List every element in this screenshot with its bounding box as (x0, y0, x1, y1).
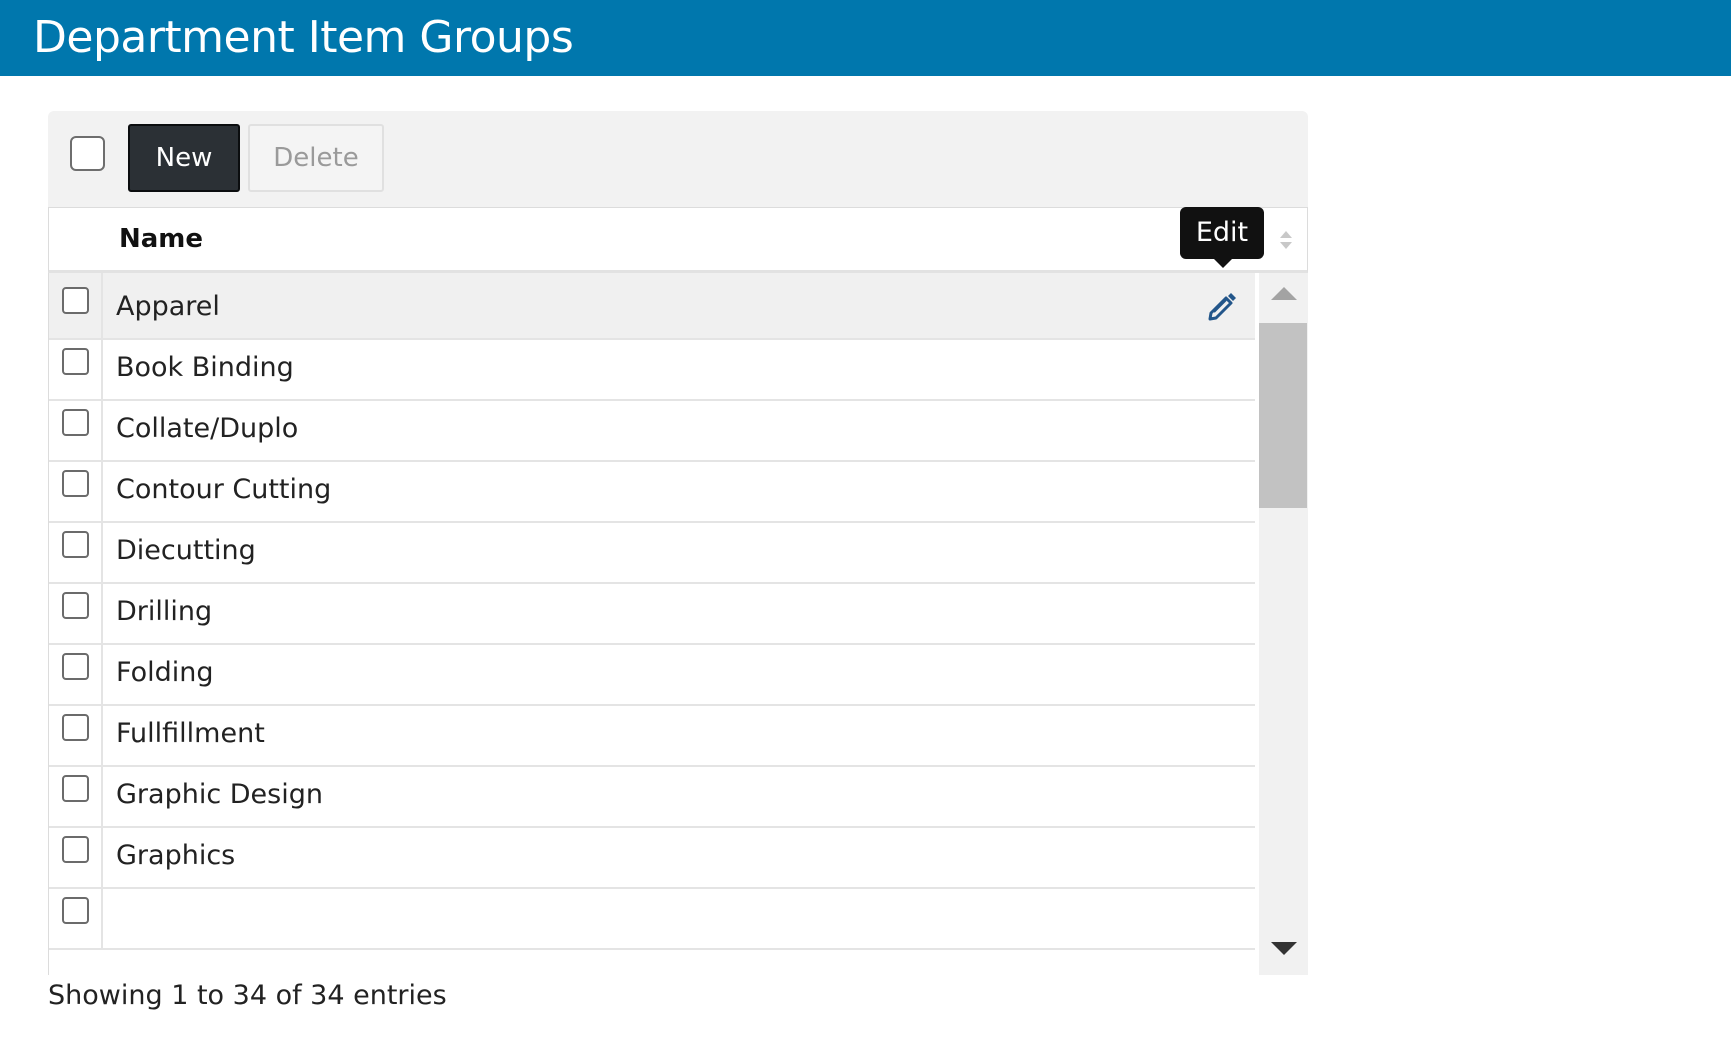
row-select-cell (49, 334, 103, 399)
row-name: Graphic Design (116, 779, 323, 810)
row-select-cell (49, 395, 103, 460)
column-header-name[interactable]: Name (119, 221, 203, 257)
row-checkbox[interactable] (62, 409, 89, 436)
row-select-cell (49, 639, 103, 704)
page-title: Department Item Groups (33, 12, 574, 63)
table-body: Apparel Book Binding Collate/Duplo Contour … (48, 273, 1308, 975)
row-name: Folding (116, 657, 214, 688)
row-select-cell (49, 456, 103, 521)
row-name: Apparel (116, 291, 220, 322)
row-name: Diecutting (116, 535, 256, 566)
row-select-cell (49, 517, 103, 582)
scroll-up-arrow-icon[interactable] (1271, 287, 1297, 300)
row-name: Drilling (116, 596, 213, 627)
pencil-icon[interactable] (1206, 291, 1238, 323)
table-row[interactable] (49, 883, 1255, 950)
table-row[interactable]: Graphic Design (49, 761, 1255, 828)
row-checkbox[interactable] (62, 897, 89, 924)
row-name: Graphics (116, 840, 236, 871)
row-checkbox[interactable] (62, 470, 89, 497)
row-checkbox[interactable] (62, 531, 89, 558)
row-select-cell (49, 578, 103, 643)
table-header: Name (48, 207, 1308, 273)
row-checkbox[interactable] (62, 775, 89, 802)
new-button[interactable]: New (128, 124, 240, 192)
table-row[interactable]: Folding (49, 639, 1255, 706)
table-row[interactable]: Drilling (49, 578, 1255, 645)
row-name: Collate/Duplo (116, 413, 299, 444)
row-select-cell (49, 822, 103, 887)
scroll-down-arrow-icon[interactable] (1271, 942, 1297, 955)
toolbar: New Delete (48, 111, 1308, 207)
row-checkbox[interactable] (62, 592, 89, 619)
row-checkbox[interactable] (62, 714, 89, 741)
edit-tooltip: Edit (1180, 207, 1264, 268)
vertical-scrollbar[interactable] (1259, 273, 1308, 975)
row-name: Fullfillment (116, 718, 265, 749)
page-header: Department Item Groups (0, 0, 1731, 76)
row-select-cell (49, 761, 103, 826)
table-row[interactable]: Contour Cutting (49, 456, 1255, 523)
row-checkbox[interactable] (62, 348, 89, 375)
table-row[interactable]: Diecutting (49, 517, 1255, 584)
select-all-checkbox[interactable] (70, 136, 105, 171)
row-select-cell (49, 700, 103, 765)
grid-panel: New Delete Name Apparel Book Binding Colla… (48, 111, 1308, 975)
row-checkbox[interactable] (62, 287, 89, 314)
row-select-cell (49, 883, 103, 948)
table-row[interactable]: Apparel (49, 273, 1255, 340)
scrollbar-thumb[interactable] (1259, 323, 1307, 508)
row-name: Contour Cutting (116, 474, 332, 505)
table-row[interactable]: Collate/Duplo (49, 395, 1255, 462)
table-row[interactable]: Book Binding (49, 334, 1255, 401)
delete-button[interactable]: Delete (248, 124, 384, 192)
row-select-cell (49, 273, 103, 338)
row-checkbox[interactable] (62, 653, 89, 680)
sort-icon[interactable] (1279, 230, 1293, 250)
table-row[interactable]: Fullfillment (49, 700, 1255, 767)
row-name: Book Binding (116, 352, 294, 383)
row-checkbox[interactable] (62, 836, 89, 863)
table-info: Showing 1 to 34 of 34 entries (48, 980, 447, 1011)
table-row[interactable]: Graphics (49, 822, 1255, 889)
